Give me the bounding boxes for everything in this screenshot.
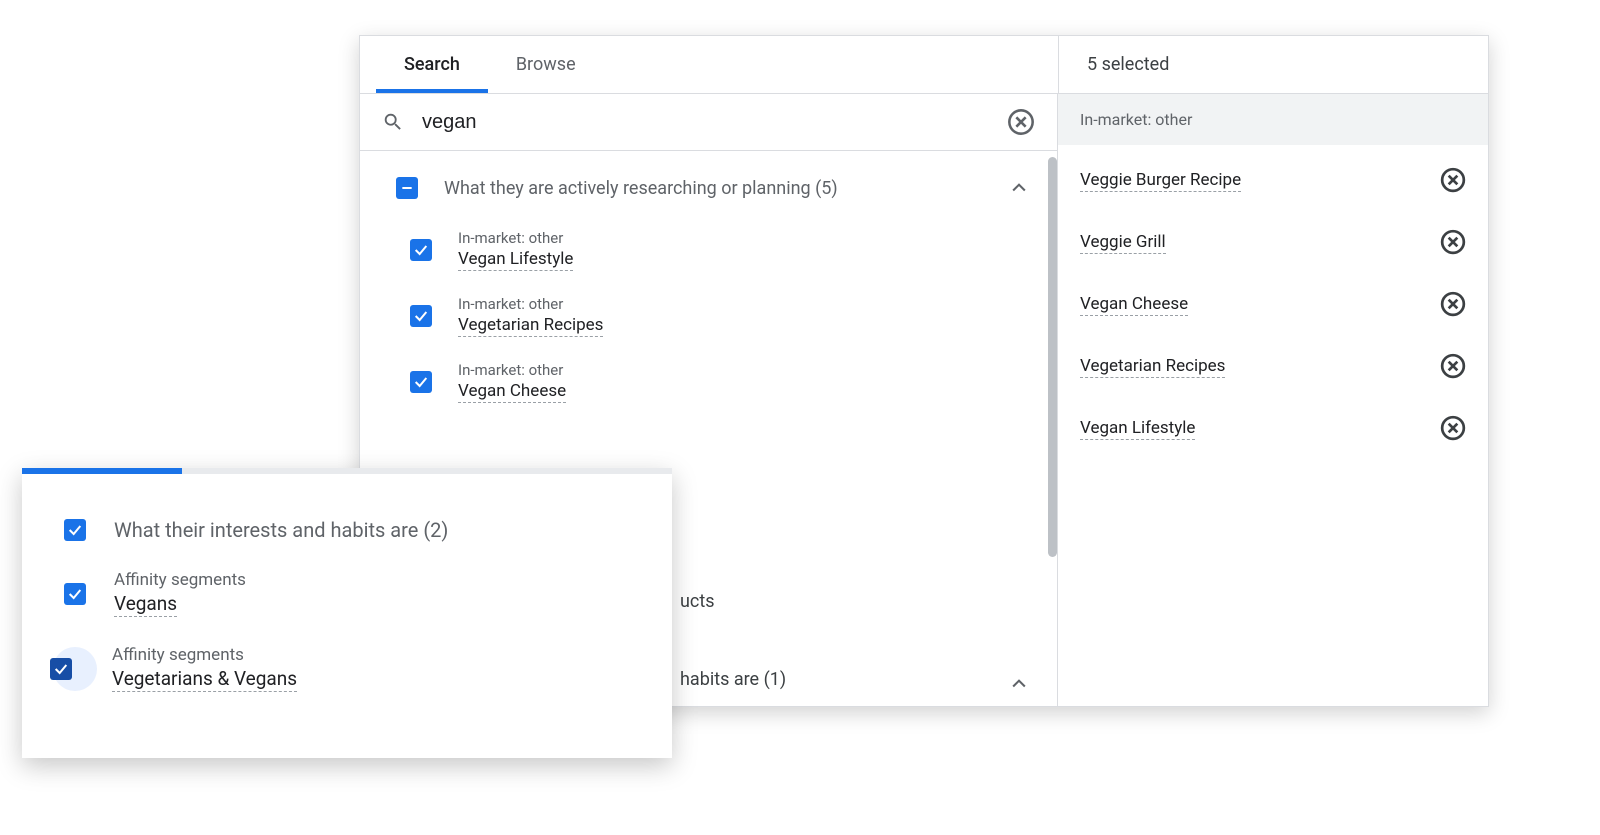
selected-list: Veggie Burger Recipe Veggie Grill Vegan … bbox=[1058, 145, 1488, 463]
result-item-text: In-market: other Vegan Cheese bbox=[458, 361, 566, 403]
obscured-text: ucts bbox=[680, 591, 715, 612]
search-icon bbox=[382, 111, 404, 133]
checkbox-checked-icon[interactable] bbox=[64, 583, 86, 605]
result-item-text: In-market: other Vegan Lifestyle bbox=[458, 229, 573, 271]
selected-item: Vegan Cheese bbox=[1058, 273, 1488, 335]
tabs: Search Browse bbox=[360, 36, 1058, 93]
overlay-item[interactable]: Affinity segments Vegetarians & Vegans bbox=[64, 631, 642, 706]
selected-item: Vegan Lifestyle bbox=[1058, 397, 1488, 459]
selected-name: Vegetarian Recipes bbox=[1080, 356, 1225, 378]
overlay-name: Vegetarians & Vegans bbox=[112, 667, 297, 692]
remove-button[interactable] bbox=[1440, 167, 1466, 193]
checkbox-indeterminate-icon[interactable] bbox=[396, 177, 418, 199]
search-input[interactable] bbox=[422, 111, 1007, 134]
result-item[interactable]: In-market: other Vegan Lifestyle bbox=[360, 217, 1057, 283]
result-name: Vegan Cheese bbox=[458, 381, 566, 403]
result-item[interactable]: In-market: other Vegan Cheese bbox=[360, 349, 1057, 415]
result-item[interactable]: In-market: other Vegetarian Recipes bbox=[360, 283, 1057, 349]
selected-item: Vegetarian Recipes bbox=[1058, 335, 1488, 397]
chevron-up-icon[interactable] bbox=[1009, 674, 1029, 694]
checkbox-checked-icon[interactable] bbox=[410, 305, 432, 327]
overlay-item-text: Affinity segments Vegetarians & Vegans bbox=[112, 645, 297, 692]
tab-search[interactable]: Search bbox=[376, 36, 488, 93]
selected-item: Veggie Burger Recipe bbox=[1058, 149, 1488, 211]
checkbox-checked-icon[interactable] bbox=[410, 371, 432, 393]
selected-group-header: In-market: other bbox=[1058, 94, 1488, 145]
selected-item: Veggie Grill bbox=[1058, 211, 1488, 273]
selected-name: Veggie Burger Recipe bbox=[1080, 170, 1241, 192]
checkbox-checked-icon[interactable] bbox=[64, 519, 86, 541]
checkbox-checked-icon[interactable] bbox=[50, 658, 72, 680]
selected-column: In-market: other Veggie Burger Recipe Ve… bbox=[1058, 94, 1488, 706]
overlay-item-text: Affinity segments Vegans bbox=[114, 570, 246, 617]
remove-button[interactable] bbox=[1440, 291, 1466, 317]
result-name: Vegetarian Recipes bbox=[458, 315, 603, 337]
selected-name: Vegan Lifestyle bbox=[1080, 418, 1195, 440]
result-category: In-market: other bbox=[458, 295, 603, 313]
result-category: In-market: other bbox=[458, 361, 566, 379]
scrollbar[interactable] bbox=[1048, 157, 1057, 557]
overlay-group-label: What their interests and habits are (2) bbox=[114, 518, 448, 542]
remove-button[interactable] bbox=[1440, 229, 1466, 255]
selected-name: Vegan Cheese bbox=[1080, 294, 1188, 316]
overlay-tab-indicator bbox=[22, 468, 672, 474]
result-category: In-market: other bbox=[458, 229, 573, 247]
overlay-category: Affinity segments bbox=[114, 570, 246, 590]
focus-ring bbox=[53, 647, 97, 691]
remove-button[interactable] bbox=[1440, 353, 1466, 379]
chevron-up-icon[interactable] bbox=[1009, 178, 1029, 198]
group-researching[interactable]: What they are actively researching or pl… bbox=[360, 159, 1057, 217]
overlay-item[interactable]: Affinity segments Vegans bbox=[64, 556, 642, 631]
clear-search-button[interactable] bbox=[1007, 108, 1035, 136]
overlay-group[interactable]: What their interests and habits are (2) bbox=[64, 504, 642, 556]
search-bar bbox=[360, 94, 1057, 151]
result-name: Vegan Lifestyle bbox=[458, 249, 573, 271]
remove-button[interactable] bbox=[1440, 415, 1466, 441]
tabs-row: Search Browse 5 selected bbox=[360, 36, 1488, 94]
group-label: What they are actively researching or pl… bbox=[444, 178, 1009, 199]
tab-browse[interactable]: Browse bbox=[488, 36, 604, 93]
affinity-overlay-panel: What their interests and habits are (2) … bbox=[22, 468, 672, 758]
overlay-body: What their interests and habits are (2) … bbox=[22, 474, 672, 716]
obscured-group-label: habits are (1) bbox=[680, 669, 786, 690]
overlay-category: Affinity segments bbox=[112, 645, 297, 665]
overlay-name: Vegans bbox=[114, 592, 177, 617]
selected-count: 5 selected bbox=[1058, 36, 1488, 93]
checkbox-checked-icon[interactable] bbox=[410, 239, 432, 261]
overlay-active-tab-segment bbox=[22, 468, 182, 474]
result-item-text: In-market: other Vegetarian Recipes bbox=[458, 295, 603, 337]
selected-name: Veggie Grill bbox=[1080, 232, 1166, 254]
